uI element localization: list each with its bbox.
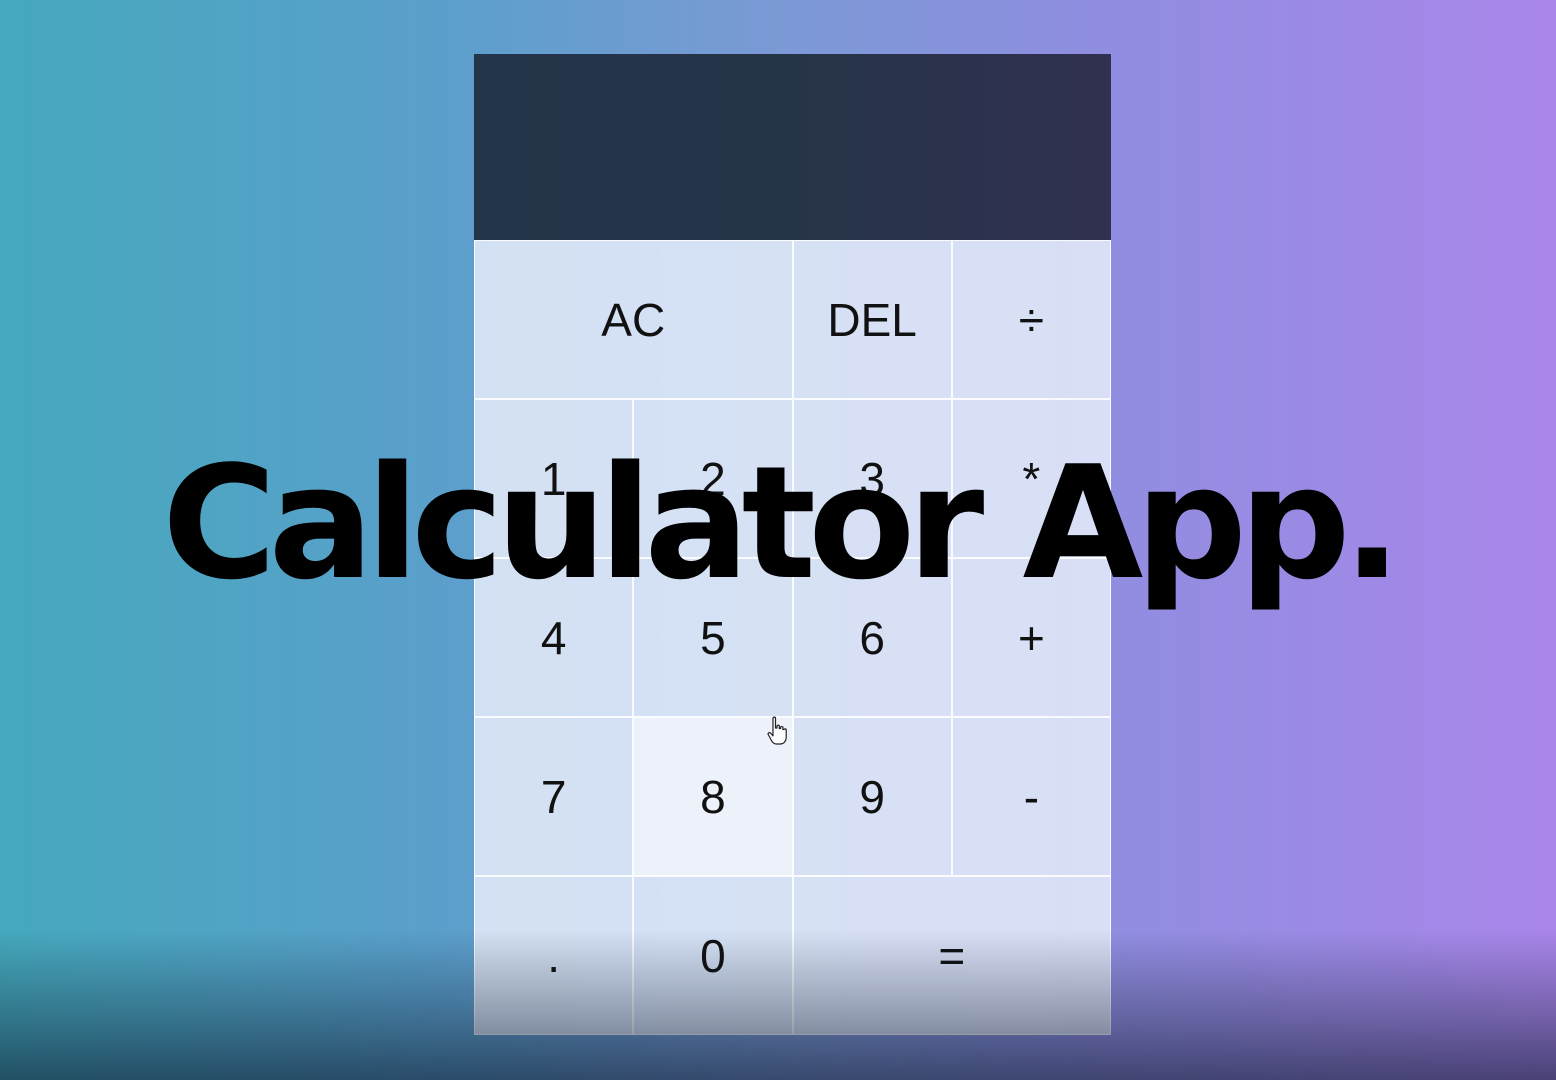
divide-button[interactable]: ÷ (951, 240, 1111, 399)
delete-button[interactable]: DEL (792, 240, 952, 399)
digit-7-button[interactable]: 7 (474, 717, 634, 876)
hand-pointer-icon (767, 716, 787, 745)
digit-9-button[interactable]: 9 (792, 717, 952, 876)
all-clear-button[interactable]: AC (474, 240, 793, 399)
decimal-button[interactable]: . (474, 876, 634, 1035)
calculator-display (474, 54, 1111, 240)
digit-0-button[interactable]: 0 (633, 876, 793, 1035)
equals-button[interactable]: = (792, 876, 1111, 1035)
subtract-button[interactable]: - (951, 717, 1111, 876)
overlay-title: Calculator App. (162, 432, 1402, 614)
